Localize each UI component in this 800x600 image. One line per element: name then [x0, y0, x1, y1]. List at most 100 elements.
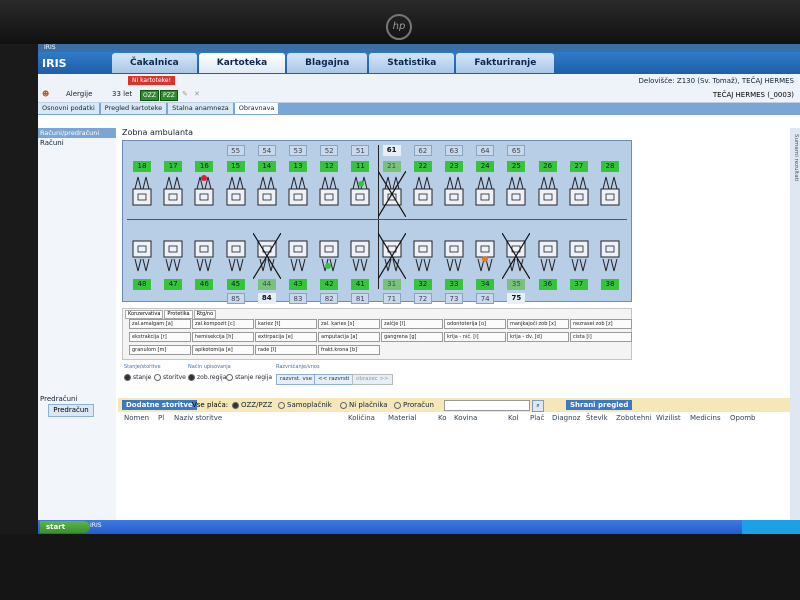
column-header[interactable]: Kol [508, 414, 518, 422]
status-button[interactable]: granulom [m] [129, 345, 191, 355]
taskbar-item-iris[interactable]: IRIS [90, 522, 102, 529]
tooth-diagram[interactable] [163, 175, 183, 211]
radio-proracun[interactable]: Proračun [394, 401, 434, 409]
radio-zob-regija[interactable]: zob.regija [188, 374, 226, 381]
status-button[interactable]: rade [l] [255, 345, 317, 355]
status-button[interactable]: hemisekcija [h] [192, 332, 254, 342]
tooth-number[interactable]: 25 [507, 161, 526, 172]
tab-obravnava[interactable]: Obravnava [234, 103, 279, 114]
tooth-diagram[interactable] [288, 237, 308, 273]
tooth-number[interactable]: 27 [569, 161, 588, 172]
close-icon[interactable]: ✕ [194, 90, 200, 98]
tooth-number[interactable]: 54 [257, 145, 276, 156]
tooth-diagram[interactable] [194, 237, 214, 273]
radio-ni-placnika[interactable]: Ni plačnika [340, 401, 388, 409]
column-header[interactable]: Količina [348, 414, 375, 422]
status-button[interactable]: frakt.krona [b] [318, 345, 380, 355]
status-button[interactable]: krlja - nič. [i] [444, 332, 506, 342]
tooth-number[interactable]: 81 [351, 293, 370, 304]
radio-storitve[interactable]: storitve [154, 374, 186, 381]
tooth-diagram[interactable] [475, 175, 495, 211]
tooth-diagram[interactable] [600, 237, 620, 273]
tooth-number[interactable]: 44 [257, 279, 276, 290]
tooth-diagram[interactable] [350, 237, 370, 273]
dodatne-storitve-button[interactable]: Dodatne storitve [122, 400, 197, 410]
tooth-number[interactable]: 32 [413, 279, 432, 290]
column-header[interactable]: Wizilist [656, 414, 681, 422]
tooth-number[interactable]: 83 [289, 293, 307, 304]
tooth-diagram[interactable] [444, 175, 464, 211]
tooth-number[interactable]: 28 [601, 161, 619, 172]
shrani-pregled-button[interactable]: Shrani pregled [566, 400, 633, 410]
tooth-number[interactable]: 35 [507, 279, 526, 290]
tooth-diagram[interactable] [506, 175, 526, 211]
tooth-diagram[interactable] [319, 175, 339, 211]
tooth-diagram[interactable] [538, 175, 558, 211]
tooth-number[interactable]: 13 [289, 161, 307, 172]
status-button[interactable]: odontoterija [o] [444, 319, 506, 329]
column-header[interactable]: Ko [438, 414, 447, 422]
column-header[interactable]: Kovina [454, 414, 477, 422]
tooth-number[interactable]: 43 [289, 279, 307, 290]
tooth-number[interactable]: 75 [507, 293, 526, 304]
column-header[interactable]: Material [388, 414, 416, 422]
column-header[interactable]: Pl [158, 414, 164, 422]
status-button[interactable]: cista [i] [570, 332, 632, 342]
razvrsti-button[interactable]: << razvrsti [314, 374, 354, 385]
tooth-number[interactable]: 46 [195, 279, 214, 290]
tooth-number[interactable]: 65 [507, 145, 526, 156]
tooth-number[interactable]: 84 [257, 293, 276, 304]
tooth-diagram[interactable] [257, 175, 277, 211]
tooth-number[interactable]: 47 [164, 279, 183, 290]
column-header[interactable]: Naziv storitve [174, 414, 222, 422]
tooth-number[interactable]: 16 [195, 161, 214, 172]
status-button[interactable]: kariez [t] [255, 319, 317, 329]
tooth-number[interactable]: 26 [538, 161, 557, 172]
tooth-diagram[interactable] [569, 237, 589, 273]
tooth-diagram[interactable] [413, 237, 433, 273]
tooth-diagram[interactable] [226, 175, 246, 211]
search-icon[interactable]: ⌕ [532, 400, 544, 412]
sidebar-item-racuni[interactable]: Računi [38, 138, 116, 148]
tooth-number[interactable]: 17 [164, 161, 183, 172]
tooth-number[interactable]: 24 [476, 161, 495, 172]
tooth-diagram[interactable] [132, 175, 152, 211]
tooth-number[interactable]: 11 [351, 161, 370, 172]
tooth-diagram[interactable] [569, 175, 589, 211]
tooth-number[interactable]: 41 [351, 279, 370, 290]
tooth-number[interactable]: 33 [445, 279, 463, 290]
column-header[interactable]: Nomen [124, 414, 149, 422]
tooth-number[interactable]: 71 [382, 293, 401, 304]
tooth-number[interactable]: 45 [226, 279, 245, 290]
tooth-number[interactable]: 23 [445, 161, 463, 172]
tooth-number[interactable]: 34 [476, 279, 495, 290]
tooth-number[interactable]: 82 [320, 293, 339, 304]
tooth-number[interactable]: 48 [133, 279, 151, 290]
tooth-number[interactable]: 22 [413, 161, 432, 172]
tooth-number[interactable]: 51 [351, 145, 370, 156]
tab-osnovni-podatki[interactable]: Osnovni podatki [38, 103, 99, 114]
tooth-diagram[interactable] [163, 237, 183, 273]
status-button[interactable]: nezrasel zob [z] [570, 319, 632, 329]
razvrst-vse-button[interactable]: razvrst. vse [276, 374, 317, 385]
status-button[interactable]: zalčje [l] [381, 319, 443, 329]
tooth-number[interactable]: 36 [538, 279, 557, 290]
column-header[interactable]: Števlk [586, 414, 608, 422]
tooth-number[interactable]: 85 [226, 293, 245, 304]
tooth-number[interactable]: 15 [226, 161, 245, 172]
tooth-diagram[interactable] [288, 175, 308, 211]
tooth-diagram[interactable] [444, 237, 464, 273]
column-header[interactable]: Medicins [690, 414, 721, 422]
start-button[interactable]: start [40, 521, 90, 533]
tab-protetika[interactable]: Protetika [164, 310, 193, 319]
column-header[interactable]: Zobotehni [616, 414, 652, 422]
tooth-number[interactable]: 62 [413, 145, 432, 156]
tooth-number[interactable]: 61 [382, 145, 401, 156]
tooth-number[interactable]: 74 [476, 293, 495, 304]
tooth-diagram[interactable] [413, 175, 433, 211]
status-button[interactable]: gangrena [g] [381, 332, 443, 342]
tab-fakturiranje[interactable]: Fakturiranje [456, 53, 555, 73]
tooth-number[interactable]: 18 [133, 161, 151, 172]
status-button[interactable]: zal.kompozit [c] [192, 319, 254, 329]
obrazec-button[interactable]: obrazec >> [352, 374, 393, 385]
